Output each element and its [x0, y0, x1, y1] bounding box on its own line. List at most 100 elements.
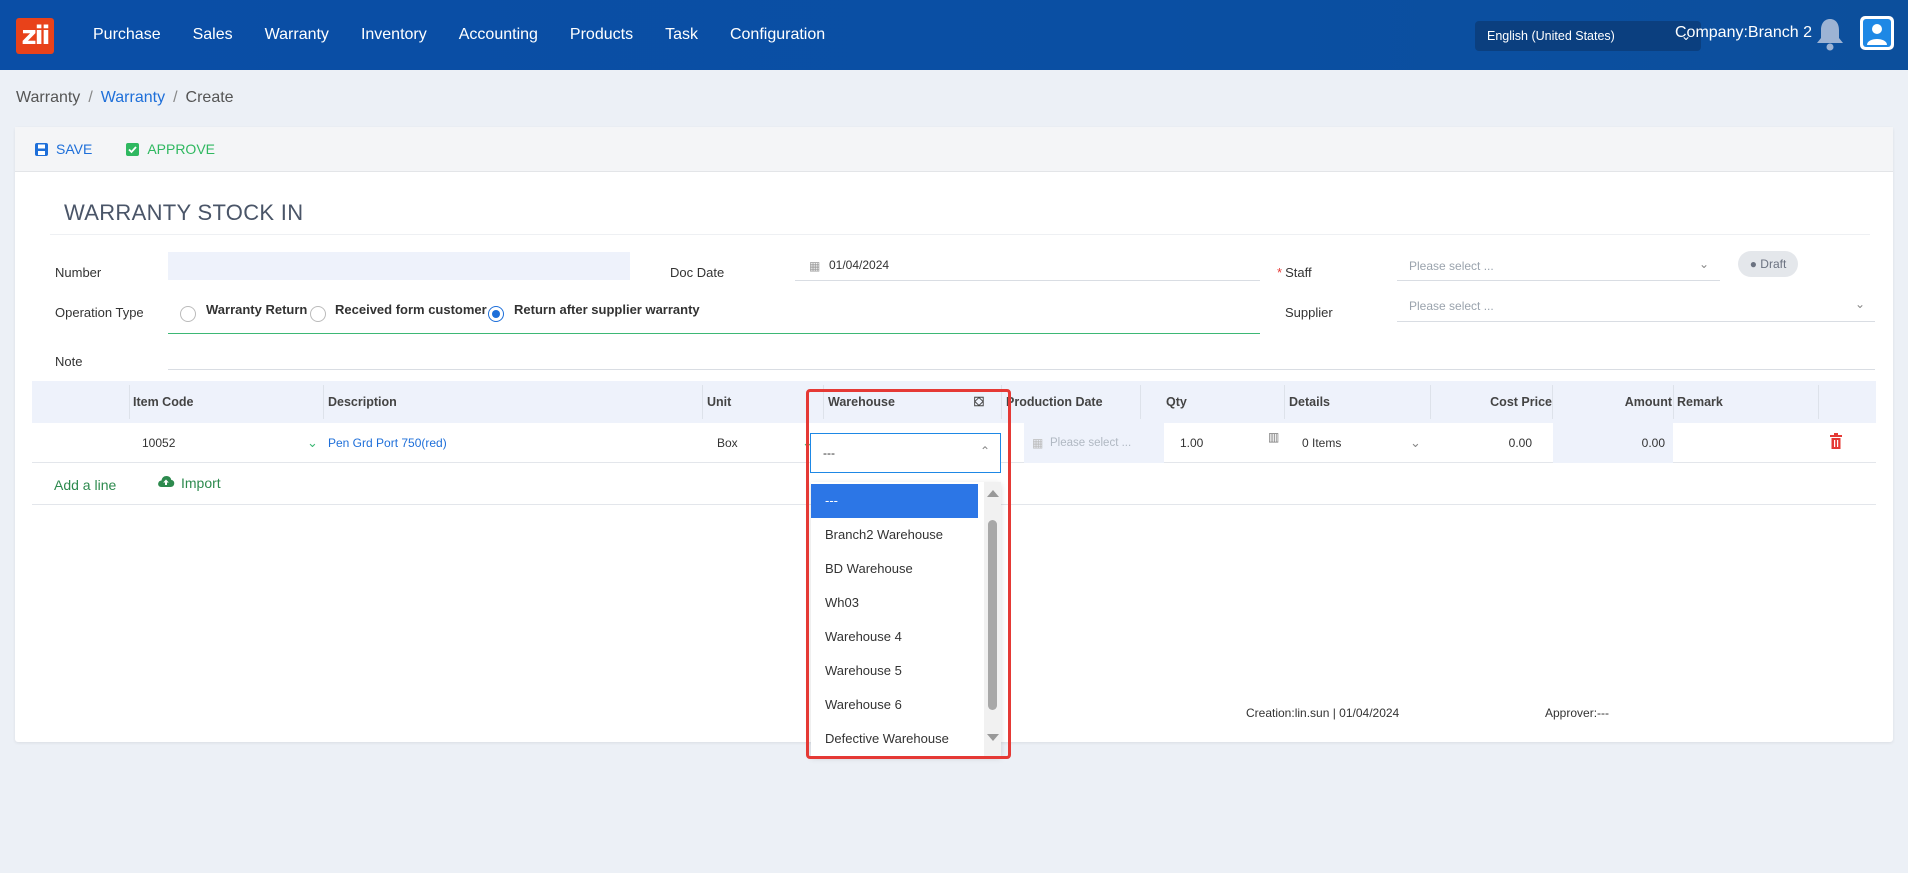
warehouse-option[interactable]: Branch2 Warehouse	[811, 518, 978, 552]
number-input[interactable]	[168, 252, 630, 280]
calculator-icon[interactable]: ▥	[1268, 417, 1279, 457]
warehouse-option[interactable]: ---	[811, 484, 978, 518]
column-divider	[823, 385, 824, 419]
import-button[interactable]: Import	[157, 475, 221, 491]
user-avatar[interactable]	[1860, 16, 1894, 50]
column-divider	[1140, 385, 1141, 419]
staff-label-text: Staff	[1285, 265, 1312, 280]
scroll-down-arrow-icon[interactable]	[987, 734, 999, 741]
nav-item-task[interactable]: Task	[665, 26, 698, 44]
nav-item-accounting[interactable]: Accounting	[459, 26, 538, 44]
cell-details[interactable]: 0 Items	[1302, 423, 1341, 463]
chevron-up-icon: ⌃	[979, 444, 990, 458]
floppy-disk-icon	[35, 142, 48, 156]
column-header-production-date: Production Date	[1006, 395, 1103, 409]
bell-icon[interactable]	[1814, 16, 1846, 52]
status-badge: ● Draft	[1738, 251, 1798, 277]
column-header-amount: Amount	[1624, 395, 1672, 409]
breadcrumb-current: Create	[185, 89, 234, 106]
chevron-down-icon[interactable]: ⌄	[1410, 423, 1421, 463]
warehouse-select[interactable]: --- ⌃	[810, 433, 1001, 473]
operation-type-underline	[168, 333, 1260, 334]
warehouse-select-value: ---	[823, 446, 835, 460]
staff-underline	[1397, 280, 1720, 281]
column-header-cost-price: Cost Price	[1490, 395, 1552, 409]
calendar-icon: ▦	[1032, 436, 1044, 450]
add-line-button[interactable]: Add a line	[54, 477, 116, 493]
staff-placeholder: Please select ...	[1409, 259, 1494, 273]
radio-received-form-customer[interactable]	[310, 306, 326, 322]
cell-description-link[interactable]: Pen Grd Port 750(red)	[328, 423, 447, 463]
column-header-unit: Unit	[707, 395, 732, 409]
warehouse-option[interactable]: Warehouse 6	[811, 688, 978, 722]
nav-item-inventory[interactable]: Inventory	[361, 26, 427, 44]
column-divider	[1673, 385, 1674, 419]
radio-label-received-form-customer[interactable]: Received form customer	[335, 302, 487, 317]
calendar-icon: ▦	[809, 259, 821, 273]
save-button[interactable]: SAVE	[35, 141, 92, 157]
column-divider	[323, 385, 324, 419]
action-toolbar: SAVE APPROVE	[15, 127, 1893, 172]
doc-date-input[interactable]: ▦ 01/04/2024	[795, 252, 1260, 280]
column-divider	[1430, 385, 1431, 419]
app-logo[interactable]: zii	[16, 18, 54, 54]
breadcrumb-root: Warranty	[16, 89, 81, 106]
supplier-select[interactable]: Please select ... ⌄	[1397, 292, 1875, 320]
scroll-up-arrow-icon[interactable]	[987, 490, 999, 497]
creation-info: Creation:lin.sun | 01/04/2024	[1246, 706, 1400, 720]
cell-item-code[interactable]: 10052	[142, 423, 175, 463]
column-header-details: Details	[1289, 395, 1330, 409]
cloud-upload-icon	[157, 475, 175, 491]
top-navbar: zii Purchase Sales Warranty Inventory Ac…	[0, 0, 1908, 70]
trash-icon[interactable]	[1829, 433, 1843, 453]
column-divider	[1001, 385, 1002, 419]
operation-type-label: Operation Type	[55, 305, 144, 320]
cell-unit[interactable]: Box	[717, 423, 738, 463]
warehouse-option[interactable]: Warehouse 4	[811, 620, 978, 654]
warehouse-option[interactable]: BD Warehouse	[811, 552, 978, 586]
breadcrumb-link-warranty[interactable]: Warranty	[101, 89, 165, 107]
chevron-down-icon[interactable]: ⌄	[307, 423, 318, 463]
approve-button[interactable]: APPROVE	[126, 141, 215, 157]
warehouse-option[interactable]: Wh03	[811, 586, 978, 620]
warehouse-dropdown: --- Branch2 Warehouse BD Warehouse Wh03 …	[811, 482, 1001, 756]
page-title: WARRANTY STOCK IN	[64, 200, 304, 225]
note-input[interactable]	[168, 341, 1875, 369]
save-label: SAVE	[56, 141, 93, 157]
nav-item-sales[interactable]: Sales	[193, 26, 233, 44]
warehouse-option[interactable]: Defective Warehouse	[811, 722, 978, 756]
company-label[interactable]: Company:Branch 2	[1675, 24, 1812, 42]
staff-label: * Staff	[1277, 265, 1312, 280]
user-icon	[1863, 19, 1891, 47]
note-underline	[168, 369, 1875, 370]
checkbox-check-icon	[126, 142, 140, 156]
language-select[interactable]: English (United States) ⌄	[1475, 21, 1701, 51]
approve-label: APPROVE	[147, 141, 216, 157]
cell-qty[interactable]: 1.00	[1180, 423, 1203, 463]
table-header: Item Code Description Unit Warehouse ⛋ P…	[32, 381, 1876, 423]
column-divider	[1818, 385, 1819, 419]
title-divider	[50, 234, 1870, 235]
import-label: Import	[181, 475, 221, 491]
radio-label-return-after-supplier-warranty[interactable]: Return after supplier warranty	[514, 302, 700, 317]
radio-warranty-return[interactable]	[180, 306, 196, 322]
nav-item-warranty[interactable]: Warranty	[265, 26, 329, 44]
warehouse-option[interactable]: Warehouse 5	[811, 654, 978, 688]
doc-date-value: 01/04/2024	[829, 258, 890, 272]
nav-item-purchase[interactable]: Purchase	[93, 26, 161, 44]
staff-select[interactable]: Please select ... ⌄	[1397, 252, 1720, 280]
radio-return-after-supplier-warranty[interactable]	[488, 306, 504, 322]
nav-item-configuration[interactable]: Configuration	[730, 26, 825, 44]
production-date-placeholder: Please select ...	[1050, 437, 1132, 449]
paint-bucket-icon[interactable]: ⛋	[974, 381, 984, 423]
cell-remark[interactable]	[1677, 423, 1817, 463]
nav-item-products[interactable]: Products	[570, 26, 633, 44]
column-divider	[1284, 385, 1285, 419]
breadcrumb-separator: /	[173, 89, 178, 106]
radio-label-warranty-return[interactable]: Warranty Return	[206, 302, 307, 317]
dropdown-scrollbar[interactable]	[984, 482, 1001, 756]
column-divider	[1552, 385, 1553, 419]
cell-cost-price[interactable]: 0.00	[1462, 423, 1532, 463]
scrollbar-thumb[interactable]	[988, 520, 997, 710]
column-header-description: Description	[328, 395, 397, 409]
